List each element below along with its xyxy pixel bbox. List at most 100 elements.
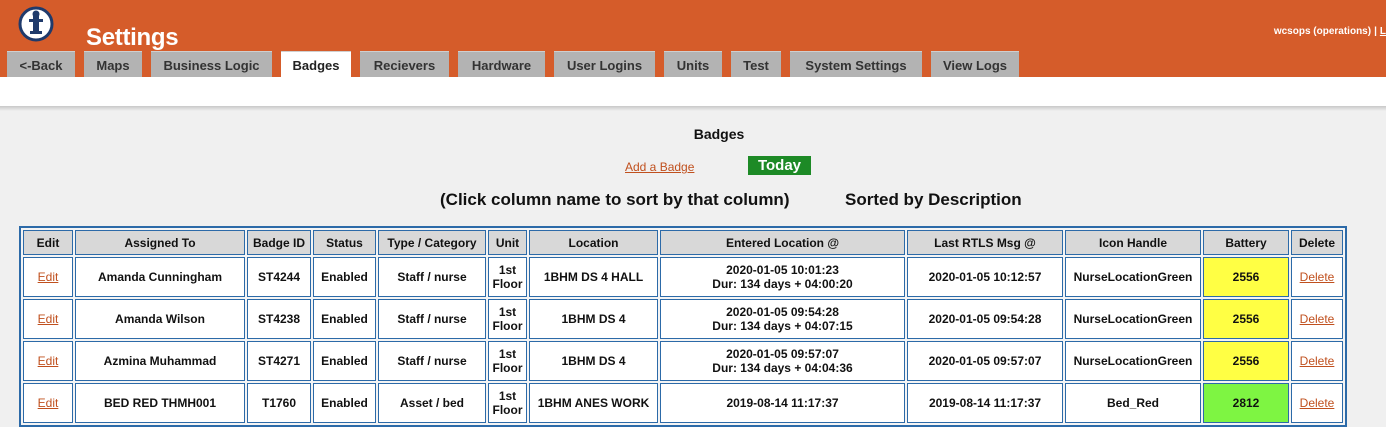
unit-line-2: Floor xyxy=(492,319,523,333)
entered-duration: Dur: 134 days + 04:00:20 xyxy=(712,277,853,291)
entered-time: 2020-01-05 10:01:23 xyxy=(726,263,839,277)
edit-link[interactable]: Edit xyxy=(38,270,59,284)
tab-hardware[interactable]: Hardware xyxy=(458,51,545,77)
sort-hint: (Click column name to sort by that colum… xyxy=(440,190,790,209)
column-header-assigned-to[interactable]: Assigned To xyxy=(75,230,245,255)
edit-link[interactable]: Edit xyxy=(38,354,59,368)
column-header-status[interactable]: Status xyxy=(313,230,376,255)
edit-cell: Edit xyxy=(23,299,73,339)
column-header-last-rtls[interactable]: Last RTLS Msg @ xyxy=(907,230,1063,255)
unit-line-1: 1st xyxy=(498,263,517,277)
last-rtls-cell: 2019-08-14 11:17:37 xyxy=(907,383,1063,423)
tab-units[interactable]: Units xyxy=(664,51,722,77)
delete-cell: Delete xyxy=(1291,299,1343,339)
user-separator: | xyxy=(1374,26,1377,37)
tab-test[interactable]: Test xyxy=(731,51,781,77)
column-header-edit[interactable]: Edit xyxy=(23,230,73,255)
user-name: wcsops (operations) xyxy=(1273,26,1372,37)
column-header-delete[interactable]: Delete xyxy=(1291,230,1343,255)
column-header-type-category[interactable]: Type / Category xyxy=(378,230,486,255)
type-cell: Staff / nurse xyxy=(378,257,486,297)
edit-cell: Edit xyxy=(23,341,73,381)
icon-handle-cell: Bed_Red xyxy=(1065,383,1201,423)
battery-cell: 2556 xyxy=(1203,299,1289,339)
tab-user-logins[interactable]: User Logins xyxy=(554,51,655,77)
type-cell: Staff / nurse xyxy=(378,299,486,339)
last-rtls-cell: 2020-01-05 09:54:28 xyxy=(907,299,1063,339)
entered-location-cell: 2020-01-05 09:54:28 Dur: 134 days + 04:07… xyxy=(660,299,905,339)
page-title: Settings xyxy=(86,24,179,51)
entered-time: 2019-08-14 11:17:37 xyxy=(726,396,839,410)
column-header-badge-id[interactable]: Badge ID xyxy=(247,230,311,255)
delete-cell: Delete xyxy=(1291,257,1343,297)
last-rtls-cell: 2020-01-05 09:57:07 xyxy=(907,341,1063,381)
unit-cell: 1st Floor xyxy=(488,383,527,423)
assigned-to-cell: Azmina Muhammad xyxy=(75,341,245,381)
unit-cell: 1st Floor xyxy=(488,299,527,339)
location-line-1: 1BHM ANES WORK xyxy=(537,396,650,410)
battery-cell: 2556 xyxy=(1203,257,1289,297)
column-header-location[interactable]: Location xyxy=(529,230,658,255)
table-row: Edit Amanda Wilson ST4238 Enabled Staff … xyxy=(23,299,1343,339)
section-title: Badges xyxy=(693,126,745,142)
unit-line-1: 1st xyxy=(498,347,517,361)
assigned-to-cell: Amanda Wilson xyxy=(75,299,245,339)
tab-view-logs[interactable]: View Logs xyxy=(931,51,1019,77)
entered-location-cell: 2020-01-05 10:01:23 Dur: 134 days + 04:00… xyxy=(660,257,905,297)
location-cell: 1BHM DS 4 HALL xyxy=(529,257,658,297)
delete-cell: Delete xyxy=(1291,383,1343,423)
column-header-icon-handle[interactable]: Icon Handle xyxy=(1065,230,1201,255)
header-bar: Settings wcsops (operations) | L <-Back Ma… xyxy=(0,0,1386,78)
location-line-1: 1BHM DS 4 xyxy=(561,312,626,326)
entered-duration: Dur: 134 days + 04:04:36 xyxy=(712,361,853,375)
tab-back[interactable]: <-Back xyxy=(7,51,75,77)
badge-id-cell: T1760 xyxy=(247,383,311,423)
entered-location-cell: 2020-01-05 09:57:07 Dur: 134 days + 04:04… xyxy=(660,341,905,381)
entered-duration: Dur: 134 days + 04:07:15 xyxy=(712,319,853,333)
column-header-unit[interactable]: Unit xyxy=(488,230,527,255)
edit-link[interactable]: Edit xyxy=(38,396,59,410)
tab-maps[interactable]: Maps xyxy=(84,51,142,77)
delete-cell: Delete xyxy=(1291,341,1343,381)
delete-link[interactable]: Delete xyxy=(1300,270,1335,284)
type-cell: Asset / bed xyxy=(378,383,486,423)
badge-id-cell: ST4271 xyxy=(247,341,311,381)
assigned-to-cell: Amanda Cunningham xyxy=(75,257,245,297)
icon-handle-cell: NurseLocationGreen xyxy=(1065,257,1201,297)
unit-line-2: Floor xyxy=(492,403,523,417)
table-row: Edit Amanda Cunningham ST4244 Enabled St… xyxy=(23,257,1343,297)
tab-system-settings[interactable]: System Settings xyxy=(790,51,922,77)
badges-table: Edit Assigned To Badge ID Status Type / … xyxy=(19,226,1347,427)
delete-link[interactable]: Delete xyxy=(1300,396,1335,410)
logo-icon xyxy=(18,6,54,42)
column-header-battery[interactable]: Battery xyxy=(1203,230,1289,255)
content-top-band xyxy=(0,77,1386,106)
unit-line-1: 1st xyxy=(498,389,517,403)
tab-badges[interactable]: Badges xyxy=(281,51,351,78)
add-badge-link[interactable]: Add a Badge xyxy=(625,160,694,174)
column-header-entered-location[interactable]: Entered Location @ xyxy=(660,230,905,255)
unit-line-2: Floor xyxy=(492,361,523,375)
icon-handle-cell: NurseLocationGreen xyxy=(1065,341,1201,381)
entered-time: 2020-01-05 09:54:28 xyxy=(726,305,839,319)
status-cell: Enabled xyxy=(313,299,376,339)
entered-time: 2020-01-05 09:57:07 xyxy=(726,347,839,361)
edit-link[interactable]: Edit xyxy=(38,312,59,326)
tab-recievers[interactable]: Recievers xyxy=(360,51,449,77)
sorted-by-label: Sorted by Description xyxy=(845,190,1022,209)
entered-location-cell: 2019-08-14 11:17:37 xyxy=(660,383,905,423)
logout-link[interactable]: L xyxy=(1380,26,1386,37)
today-button[interactable]: Today xyxy=(748,156,811,175)
type-cell: Staff / nurse xyxy=(378,341,486,381)
location-cell: 1BHM DS 4 xyxy=(529,341,658,381)
table-row: Edit Azmina Muhammad ST4271 Enabled Staf… xyxy=(23,341,1343,381)
status-cell: Enabled xyxy=(313,257,376,297)
table-header-row: Edit Assigned To Badge ID Status Type / … xyxy=(23,230,1343,255)
delete-link[interactable]: Delete xyxy=(1300,312,1335,326)
edit-cell: Edit xyxy=(23,383,73,423)
tab-business-logic[interactable]: Business Logic xyxy=(151,51,272,77)
icon-handle-cell: NurseLocationGreen xyxy=(1065,299,1201,339)
delete-link[interactable]: Delete xyxy=(1300,354,1335,368)
location-line-1: 1BHM DS 4 HALL xyxy=(543,270,644,284)
badge-id-cell: ST4244 xyxy=(247,257,311,297)
